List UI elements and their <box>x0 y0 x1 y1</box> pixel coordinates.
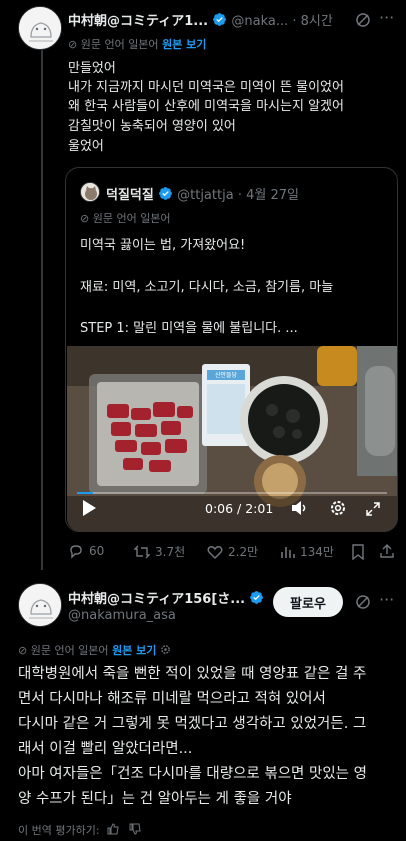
author-handle[interactable]: @naka... <box>231 14 288 29</box>
grok-icon[interactable] <box>355 12 371 28</box>
verified-badge-icon <box>250 591 264 604</box>
reply-icon <box>70 545 82 559</box>
avatar[interactable] <box>18 583 62 627</box>
video-progress-fill <box>77 492 93 494</box>
repost-button[interactable]: 3.7천 <box>134 543 185 560</box>
views-button[interactable]: 134만 <box>279 543 334 560</box>
post2-header: 中村朝@コミティア156[さ... <box>68 588 264 607</box>
author-handle[interactable]: @nakamura_asa <box>68 608 176 623</box>
grok-icon[interactable] <box>355 594 371 610</box>
avatar[interactable] <box>18 6 62 50</box>
show-original-link[interactable]: 원본 보기 <box>112 644 156 657</box>
thumbs-up-icon[interactable] <box>107 823 119 835</box>
reply-button[interactable]: 60 <box>68 543 104 559</box>
quote-translation-note: ⊘ 원문 언어 일본어 <box>80 212 171 225</box>
fullscreen-icon[interactable] <box>365 501 381 517</box>
volume-icon[interactable] <box>291 500 309 516</box>
settings-gear-icon[interactable] <box>160 644 171 655</box>
views-chart-icon <box>281 546 295 558</box>
quote-date: · 4월 27일 <box>237 188 299 203</box>
like-heart-icon <box>207 545 223 559</box>
more-options-icon[interactable]: ··· <box>379 590 394 609</box>
rate-translation: 이 번역 평가하기: <box>18 822 141 838</box>
play-icon[interactable] <box>81 499 97 517</box>
settings-gear-icon[interactable] <box>329 499 347 517</box>
avatar-illustration-icon <box>19 584 61 626</box>
repost-icon <box>134 545 150 558</box>
quote-handle: @ttjattja <box>177 188 234 203</box>
author-name[interactable]: 中村朝@コミティア156[さ... <box>68 592 245 607</box>
translation-note: ⊘ 원문 언어 일본어 원본 보기 <box>68 38 207 51</box>
verified-badge-icon <box>159 187 172 200</box>
like-count: 2.2만 <box>228 545 259 559</box>
video-player[interactable]: 산안뜰당 0:06 / 2:01 <box>67 346 397 532</box>
quote-header: 덕질덕질 @ttjattja · 4월 27일 <box>106 184 299 203</box>
view-count: 134만 <box>300 545 334 559</box>
show-original-link[interactable]: 원본 보기 <box>162 38 206 51</box>
translate-icon: ⊘ <box>68 38 78 51</box>
post-header: 中村朝@コミティア1... @naka... · 8시간 <box>68 10 333 29</box>
follow-button[interactable]: 팔로우 <box>273 587 343 617</box>
quote-author-name: 덕질덕질 <box>106 188 154 203</box>
more-options-icon[interactable]: ··· <box>379 8 394 27</box>
repost-count: 3.7천 <box>155 545 186 559</box>
translate-icon: ⊘ <box>80 212 90 225</box>
bookmark-icon[interactable] <box>351 544 365 560</box>
translation-note: ⊘ 원문 언어 일본어 원본 보기 <box>18 642 171 658</box>
author-name[interactable]: 中村朝@コミティア1... <box>68 14 208 29</box>
video-progress-track[interactable] <box>77 492 387 494</box>
like-button[interactable]: 2.2만 <box>207 543 258 560</box>
share-icon[interactable] <box>379 543 395 559</box>
thumbs-down-icon[interactable] <box>129 823 141 835</box>
verified-badge-icon <box>213 13 227 26</box>
package-label: 산안뜰당 <box>215 371 238 379</box>
translate-icon: ⊘ <box>18 644 28 657</box>
thread-line <box>41 50 43 570</box>
video-time: 0:06 / 2:01 <box>205 501 274 516</box>
quote-avatar <box>80 182 100 202</box>
post-time[interactable]: · 8시간 <box>292 14 332 29</box>
avatar-illustration-icon <box>19 7 61 49</box>
reply-count: 60 <box>89 544 105 558</box>
